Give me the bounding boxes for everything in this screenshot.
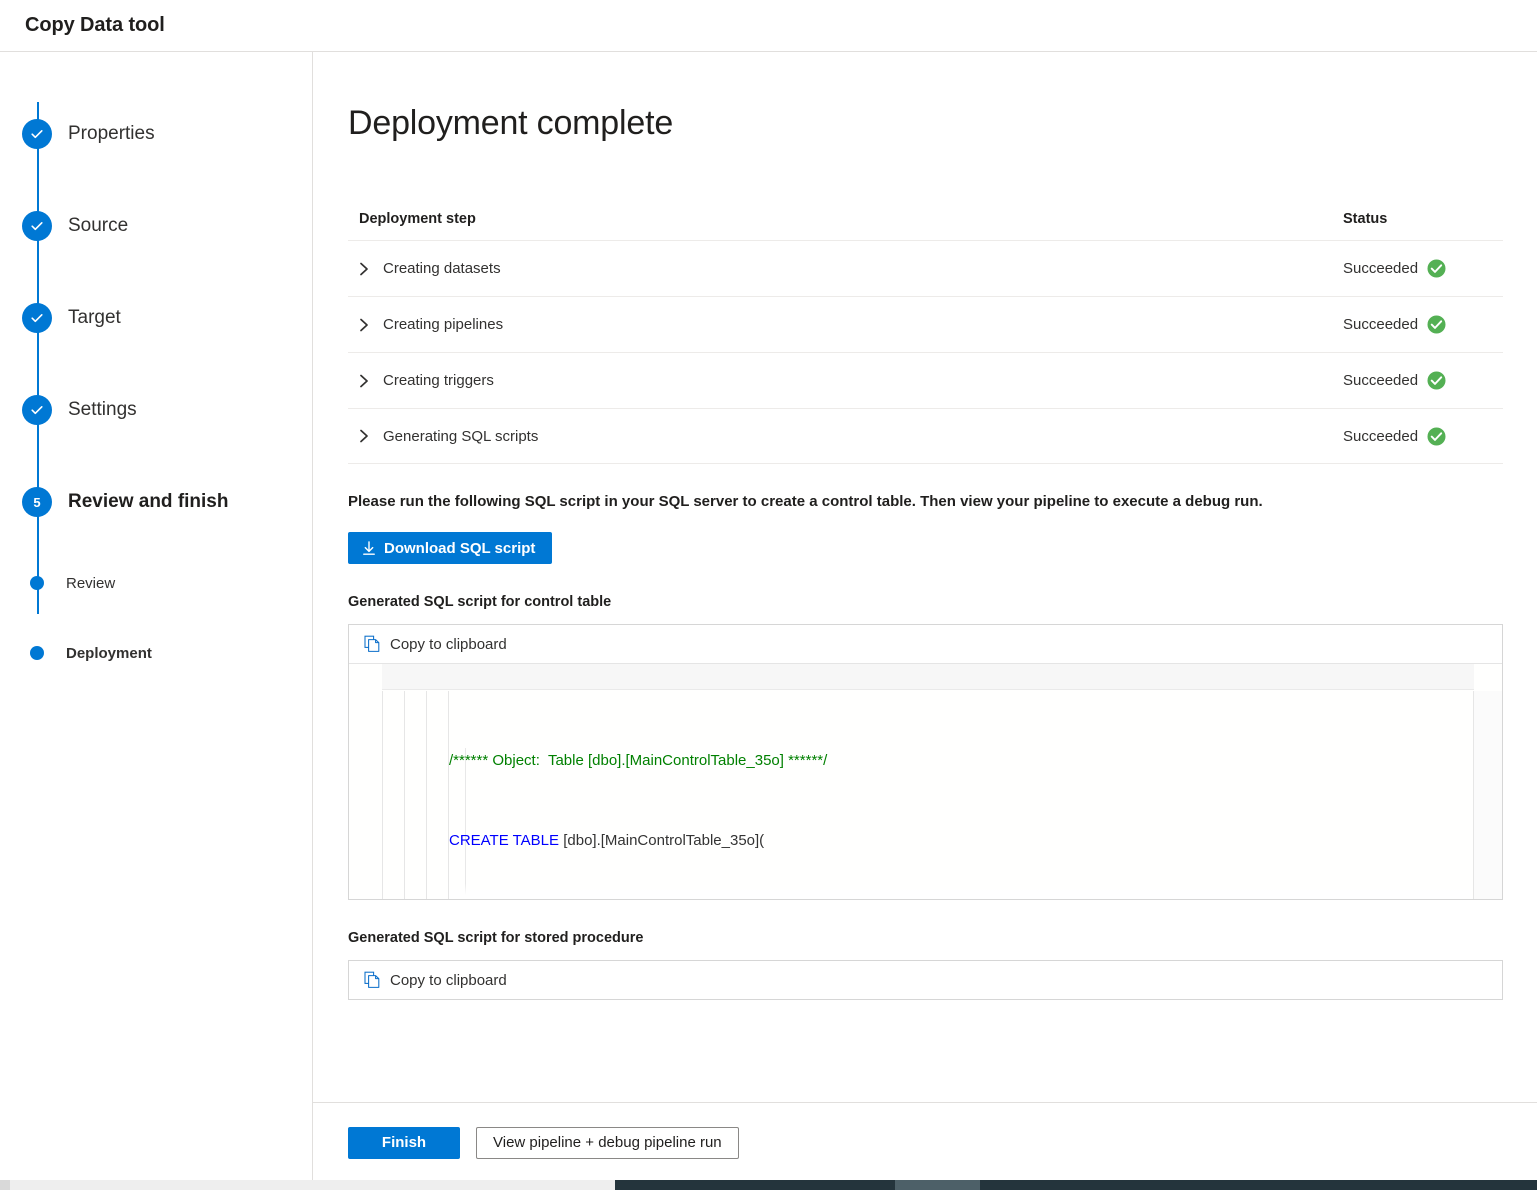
wizard-step-list: Properties Source Target Settings (0, 88, 312, 688)
check-circle-icon (1427, 427, 1446, 446)
code-line: /****** Object: Table [dbo].[MainControl… (449, 748, 1472, 775)
control-table-code-box: Copy to clipboard (348, 624, 1503, 900)
sql-code-content: /****** Object: Table [dbo].[MainControl… (449, 691, 1472, 899)
status-label: Succeeded (1343, 372, 1418, 389)
table-header-row: Deployment step Status (348, 211, 1503, 240)
stored-procedure-code-box: Copy to clipboard (348, 960, 1503, 1000)
page-title: Deployment complete (348, 104, 1503, 143)
sidebar-item-label: Deployment (66, 645, 152, 662)
table-row[interactable]: Creating pipelines Succeeded (348, 296, 1503, 352)
main-content: Deployment complete Deployment step Stat… (313, 52, 1537, 1182)
instruction-text: Please run the following SQL script in y… (348, 493, 1503, 510)
wizard-sidebar: Properties Source Target Settings (0, 52, 313, 1182)
view-pipeline-debug-run-button[interactable]: View pipeline + debug pipeline run (476, 1127, 739, 1159)
chevron-right-icon[interactable] (359, 374, 379, 388)
check-circle-icon (1427, 371, 1446, 390)
status-label: Succeeded (1343, 428, 1418, 445)
editor-top-strip (382, 664, 1474, 690)
sidebar-item-label: Target (68, 307, 121, 329)
strip-segment (10, 1180, 615, 1190)
dot-icon (30, 576, 44, 590)
check-circle-icon (1427, 259, 1446, 278)
table-row[interactable]: Creating datasets Succeeded (348, 240, 1503, 296)
check-circle-icon (1427, 315, 1446, 334)
code-fade-overlay (449, 883, 1472, 899)
copy-icon (364, 971, 381, 989)
check-circle-icon (22, 303, 52, 333)
check-circle-icon (22, 395, 52, 425)
sidebar-item-source[interactable]: Source (0, 180, 312, 272)
finish-button[interactable]: Finish (348, 1127, 460, 1159)
sidebar-item-target[interactable]: Target (0, 272, 312, 364)
deployment-step-name: Creating pipelines (383, 316, 503, 333)
dot-icon (30, 646, 44, 660)
editor-gutter (349, 691, 449, 899)
chevron-right-icon[interactable] (359, 318, 379, 332)
check-circle-icon (22, 211, 52, 241)
editor-minimap[interactable] (1474, 691, 1502, 899)
sidebar-item-label: Review (66, 575, 115, 592)
copy-to-clipboard-stored-procedure[interactable]: Copy to clipboard (349, 961, 1502, 999)
column-header-step: Deployment step (359, 211, 1343, 227)
code-line: CREATE TABLE [dbo].[MainControlTable_35o… (449, 828, 1472, 855)
sidebar-item-label: Settings (68, 399, 137, 421)
copy-to-clipboard-label: Copy to clipboard (390, 636, 507, 653)
strip-segment (615, 1180, 895, 1190)
step-number-badge: 5 (22, 487, 52, 517)
chevron-right-icon[interactable] (359, 262, 379, 276)
deployment-step-name: Generating SQL scripts (383, 428, 538, 445)
sidebar-item-properties[interactable]: Properties (0, 88, 312, 180)
copy-to-clipboard-label: Copy to clipboard (390, 972, 507, 989)
deployment-step-name: Creating triggers (383, 372, 494, 389)
strip-segment (980, 1180, 1537, 1190)
sidebar-item-label: Properties (68, 123, 155, 145)
os-taskbar-strip (0, 1180, 1537, 1190)
sidebar-item-review-and-finish[interactable]: 5 Review and finish (0, 456, 312, 548)
table-row[interactable]: Generating SQL scripts Succeeded (348, 408, 1503, 464)
status-label: Succeeded (1343, 260, 1418, 277)
copy-icon (364, 635, 381, 653)
copy-to-clipboard-control-table[interactable]: Copy to clipboard (349, 625, 1502, 663)
sidebar-item-settings[interactable]: Settings (0, 364, 312, 456)
column-header-status: Status (1343, 211, 1503, 227)
app-title: Copy Data tool (25, 14, 165, 37)
status-label: Succeeded (1343, 316, 1418, 333)
table-row[interactable]: Creating triggers Succeeded (348, 352, 1503, 408)
chevron-right-icon[interactable] (359, 429, 379, 443)
check-circle-icon (22, 119, 52, 149)
sidebar-item-label: Review and finish (68, 491, 228, 513)
download-icon (362, 541, 376, 556)
sidebar-item-deployment[interactable]: Deployment (0, 618, 312, 688)
deployment-step-name: Creating datasets (383, 260, 501, 277)
download-sql-script-button[interactable]: Download SQL script (348, 532, 552, 564)
sidebar-item-review[interactable]: Review (0, 548, 312, 618)
control-table-script-label: Generated SQL script for control table (348, 594, 1503, 610)
app-header: Copy Data tool (0, 0, 1537, 52)
app-body: Properties Source Target Settings (0, 52, 1537, 1182)
download-button-label: Download SQL script (384, 540, 535, 557)
deployment-steps-table: Deployment step Status Creating datasets… (348, 211, 1503, 464)
strip-segment (0, 1180, 10, 1190)
footer-action-bar: Finish View pipeline + debug pipeline ru… (313, 1102, 1537, 1182)
sidebar-item-label: Source (68, 215, 128, 237)
stored-procedure-script-label: Generated SQL script for stored procedur… (348, 930, 1503, 946)
main-scroll-area: Deployment complete Deployment step Stat… (313, 52, 1537, 1102)
sql-code-editor[interactable]: /****** Object: Table [dbo].[MainControl… (349, 663, 1502, 899)
strip-segment (895, 1180, 980, 1190)
sql-comment: /****** Object: Table [dbo].[MainControl… (449, 752, 827, 769)
